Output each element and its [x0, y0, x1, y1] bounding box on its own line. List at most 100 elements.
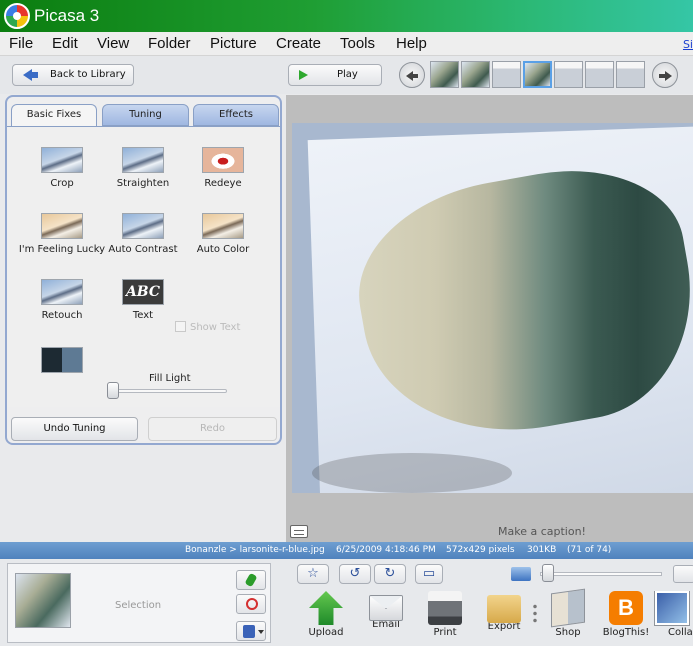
photo-tray: Selection	[7, 563, 271, 643]
zoom-slider-thumb[interactable]	[542, 564, 554, 582]
text-abc-icon: ABC	[122, 279, 164, 305]
tray-thumbnail[interactable]	[15, 573, 71, 628]
fill-light-icon	[41, 347, 83, 373]
filmstrip-thumbnail[interactable]	[554, 61, 583, 88]
fill-light-slider-track[interactable]	[107, 389, 227, 393]
rotate-right-button[interactable]: ↻	[374, 564, 406, 584]
status-position: (71 of 74)	[567, 545, 612, 555]
undo-tuning-label: Undo Tuning	[43, 423, 106, 434]
collage-icon	[654, 591, 690, 626]
feeling-lucky-tool[interactable]: I'm Feeling Lucky	[17, 213, 107, 255]
menu-help[interactable]: Help	[396, 35, 427, 52]
straighten-tool[interactable]: Straighten	[98, 147, 188, 189]
clear-button[interactable]	[236, 594, 266, 614]
show-text-checkbox[interactable]: Show Text	[175, 321, 240, 333]
photo-image[interactable]	[292, 123, 693, 493]
star-button[interactable]: ☆	[297, 564, 329, 584]
filmstrip-thumbnail[interactable]	[430, 61, 459, 88]
app-title: Picasa 3	[34, 6, 100, 25]
rotate-right-icon: ↻	[384, 566, 396, 581]
upload-icon	[309, 591, 343, 625]
filmstrip-thumbnail[interactable]	[461, 61, 490, 88]
right-arrow-icon	[659, 71, 672, 81]
status-size: 301KB	[527, 545, 557, 555]
upload-button[interactable]: Upload	[295, 591, 357, 638]
picasa-logo-icon	[4, 3, 30, 29]
menu-tools[interactable]: Tools	[340, 35, 375, 52]
rotate-left-button[interactable]: ↺	[339, 564, 371, 584]
basic-fixes-tools: Crop Straighten Redeye I'm Feeling Lucky…	[7, 126, 280, 407]
auto-color-icon	[202, 213, 244, 239]
auto-color-tool[interactable]: Auto Color	[178, 213, 268, 255]
play-label: Play	[337, 69, 358, 80]
blogthis-label: BlogThis!	[602, 627, 650, 638]
caption-input[interactable]: Make a caption!	[498, 525, 586, 538]
chevron-down-icon	[258, 630, 264, 634]
status-dimensions: 572x429 pixels	[446, 545, 515, 555]
pin-icon	[244, 572, 258, 588]
menu-picture[interactable]: Picture	[210, 35, 257, 52]
menu-create[interactable]: Create	[276, 35, 321, 52]
undo-tuning-button[interactable]: Undo Tuning	[11, 417, 138, 441]
fill-light-slider-thumb[interactable]	[107, 382, 119, 399]
auto-contrast-tool[interactable]: Auto Contrast	[98, 213, 188, 255]
menu-edit[interactable]: Edit	[52, 35, 78, 52]
menu-bar: File Edit View Folder Picture Create Too…	[0, 32, 693, 56]
next-photo-button[interactable]	[652, 62, 678, 88]
crop-tool[interactable]: Crop	[17, 147, 107, 189]
menu-file[interactable]: File	[9, 35, 33, 52]
tab-tuning[interactable]: Tuning	[102, 104, 189, 126]
tab-effects[interactable]: Effects	[193, 104, 279, 126]
zoom-fit-button[interactable]	[673, 565, 693, 583]
email-button[interactable]: Email	[355, 591, 417, 630]
redeye-tool[interactable]: Redeye	[178, 147, 268, 189]
fill-light-preview	[17, 347, 107, 373]
redo-button[interactable]: Redo	[148, 417, 277, 441]
show-text-label: Show Text	[190, 322, 241, 333]
play-button[interactable]: Play	[288, 64, 382, 86]
redeye-label: Redeye	[204, 178, 242, 189]
zoom-slider-track[interactable]	[540, 572, 662, 576]
filmstrip-thumbnail[interactable]	[616, 61, 645, 88]
previous-photo-button[interactable]	[399, 62, 425, 88]
text-tool[interactable]: ABC Text	[98, 279, 188, 321]
caption-icon[interactable]	[290, 525, 308, 538]
menu-view[interactable]: View	[97, 35, 129, 52]
text-label: Text	[132, 310, 154, 321]
status-path: Bonanzle > larsonite-r-blue.jpg	[185, 545, 325, 555]
blogthis-button[interactable]: B BlogThis!	[595, 591, 657, 638]
sign-in-link[interactable]: Si	[683, 38, 693, 51]
export-button[interactable]: Export	[473, 591, 535, 632]
filmstrip-thumbnail[interactable]	[585, 61, 614, 88]
album-button[interactable]	[236, 621, 266, 641]
hold-button[interactable]	[236, 570, 266, 590]
selection-label: Selection	[115, 600, 162, 611]
menu-folder[interactable]: Folder	[148, 35, 191, 52]
album-icon	[243, 625, 255, 638]
back-to-library-label: Back to Library	[50, 69, 126, 80]
left-arrow-icon	[406, 71, 418, 81]
back-to-library-button[interactable]: Back to Library	[12, 64, 134, 86]
tab-basic-fixes[interactable]: Basic Fixes	[11, 104, 97, 128]
email-icon	[369, 595, 403, 621]
shop-button[interactable]: Shop	[537, 588, 599, 638]
title-bar: Picasa 3	[0, 0, 693, 32]
retouch-icon	[41, 279, 83, 305]
back-arrow-icon	[23, 69, 38, 81]
filmstrip-thumbnail[interactable]	[492, 61, 521, 88]
blogger-icon: B	[609, 591, 643, 625]
retouch-tool[interactable]: Retouch	[17, 279, 107, 321]
retouch-label: Retouch	[41, 310, 83, 321]
print-button[interactable]: Print	[414, 591, 476, 638]
photo-shadow	[312, 453, 512, 493]
print-label: Print	[433, 627, 457, 638]
play-icon	[299, 70, 308, 80]
collage-button[interactable]: Collage	[651, 591, 693, 638]
caption-bar: Make a caption!	[286, 522, 693, 542]
clear-icon	[246, 598, 258, 610]
checkbox-icon	[175, 321, 186, 332]
star-icon: ☆	[307, 566, 319, 581]
fill-light-label: Fill Light	[149, 373, 191, 384]
tag-button[interactable]: ▭	[415, 564, 443, 584]
filmstrip-thumbnail-selected[interactable]	[523, 61, 552, 88]
